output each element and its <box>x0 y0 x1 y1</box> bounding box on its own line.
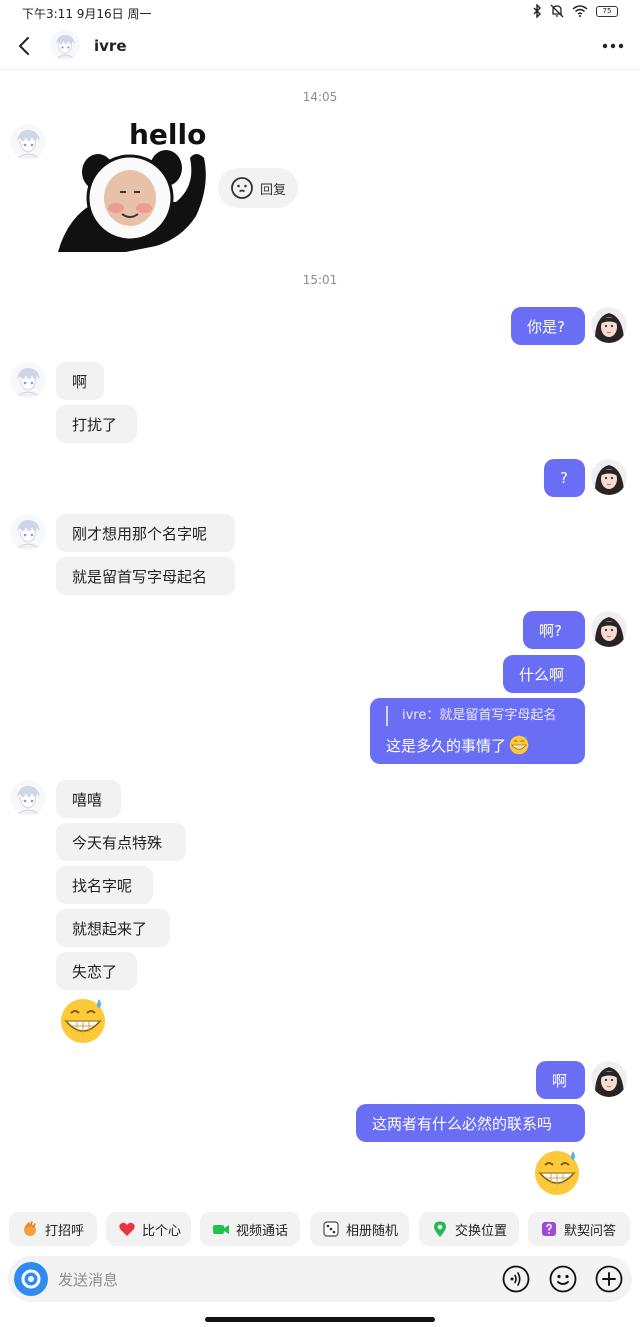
my-avatar[interactable] <box>591 611 627 647</box>
outgoing-message[interactable]: 啊? <box>523 611 585 649</box>
contact-avatar[interactable] <box>10 514 46 550</box>
contact-avatar[interactable] <box>10 124 46 160</box>
status-time-date: 下午3:11 9月16日 周一 <box>22 5 152 22</box>
quoted-reply-message[interactable]: ivre：就是留首写字母起名 这是多久的事情了 <box>370 698 585 764</box>
add-icon[interactable] <box>595 1265 623 1293</box>
status-icons: 75 <box>532 4 618 18</box>
contact-avatar[interactable] <box>10 780 46 816</box>
contact-avatar[interactable] <box>50 30 80 60</box>
status-date: 9月16日 周一 <box>76 7 152 21</box>
quick-action-video-call[interactable]: 视频通话 <box>200 1212 300 1246</box>
incoming-message[interactable]: 嘻嘻 <box>56 780 121 818</box>
camera-icon <box>21 1269 41 1289</box>
quick-action-label: 相册随机 <box>346 1223 399 1239</box>
incoming-message[interactable]: 找名字呢 <box>56 866 153 904</box>
quick-action-label: 视频通话 <box>236 1223 289 1239</box>
sticker-message[interactable]: hello <box>56 116 210 256</box>
camera-button[interactable] <box>14 1262 48 1296</box>
smiley-icon <box>231 177 253 199</box>
incoming-message[interactable]: 就想起来了 <box>56 909 170 947</box>
more-icon[interactable] <box>600 35 626 57</box>
incoming-message[interactable]: 刚才想用那个名字呢 <box>56 514 235 552</box>
message-input-bar: 发送消息 <box>8 1256 632 1302</box>
contact-name[interactable]: ivre <box>94 37 127 55</box>
quick-action-heart[interactable]: 比个心 <box>106 1212 191 1246</box>
grin-sweat-emoji-icon[interactable] <box>531 1147 583 1199</box>
location-pin-icon <box>434 1221 446 1237</box>
home-indicator[interactable] <box>205 1317 435 1322</box>
battery-icon: 75 <box>596 5 618 17</box>
grin-sweat-emoji-icon <box>509 735 529 755</box>
grin-sweat-emoji-icon[interactable] <box>57 995 109 1047</box>
my-avatar[interactable] <box>591 1061 627 1097</box>
quick-action-swap-location[interactable]: 交换位置 <box>419 1212 519 1246</box>
voice-icon[interactable] <box>502 1265 530 1293</box>
wave-hand-icon <box>24 1221 36 1236</box>
quick-action-label: 交换位置 <box>455 1223 508 1239</box>
outgoing-message[interactable]: 这两者有什么必然的联系吗 <box>356 1104 585 1142</box>
question-box-icon <box>542 1222 556 1236</box>
incoming-message[interactable]: 啊 <box>56 362 104 400</box>
emoji-icon[interactable] <box>549 1265 577 1293</box>
reply-button[interactable]: 回复 <box>218 168 298 208</box>
quick-action-label: 比个心 <box>142 1223 182 1239</box>
message-timestamp: 15:01 <box>302 273 338 287</box>
quoted-text: ivre：就是留首写字母起名 <box>386 706 556 726</box>
chat-header: ivre <box>0 24 640 70</box>
incoming-message[interactable]: 今天有点特殊 <box>56 823 186 861</box>
incoming-message[interactable]: 就是留首写字母起名 <box>56 557 235 595</box>
outgoing-message[interactable]: ? <box>544 459 585 497</box>
reply-text: 这是多久的事情了 <box>386 736 507 755</box>
bluetooth-icon <box>533 4 541 18</box>
contact-avatar[interactable] <box>10 362 46 398</box>
outgoing-message[interactable]: 你是? <box>511 307 585 345</box>
status-time: 下午3:11 <box>22 7 73 21</box>
my-avatar[interactable] <box>591 459 627 495</box>
quick-action-quiz[interactable]: 默契问答 <box>528 1212 630 1246</box>
wifi-icon <box>572 5 588 17</box>
reply-text-row: 这是多久的事情了 <box>386 734 530 756</box>
quick-action-label: 默契问答 <box>564 1223 617 1239</box>
quick-actions-bar: 打招呼 比个心 视频通话 相册随机 交换位置 默契问答 <box>0 1206 640 1252</box>
mute-bell-icon <box>550 4 564 18</box>
quick-action-label: 打招呼 <box>45 1223 85 1239</box>
message-input[interactable]: 发送消息 <box>58 1269 118 1290</box>
panda-sticker-image <box>58 150 206 252</box>
reply-label: 回复 <box>260 182 287 198</box>
message-timestamp: 14:05 <box>302 90 338 104</box>
video-camera-icon <box>213 1225 229 1234</box>
dice-icon <box>323 1221 339 1237</box>
back-arrow-icon[interactable] <box>14 34 36 58</box>
incoming-message[interactable]: 失恋了 <box>56 952 137 990</box>
outgoing-message[interactable]: 什么啊 <box>503 655 585 693</box>
incoming-message[interactable]: 打扰了 <box>56 405 137 443</box>
outgoing-message[interactable]: 啊 <box>536 1061 585 1099</box>
status-bar: 下午3:11 9月16日 周一 75 <box>0 0 640 24</box>
my-avatar[interactable] <box>591 307 627 343</box>
heart-icon <box>119 1222 135 1236</box>
quick-action-greet[interactable]: 打招呼 <box>9 1212 97 1246</box>
quick-action-random-album[interactable]: 相册随机 <box>310 1212 409 1246</box>
